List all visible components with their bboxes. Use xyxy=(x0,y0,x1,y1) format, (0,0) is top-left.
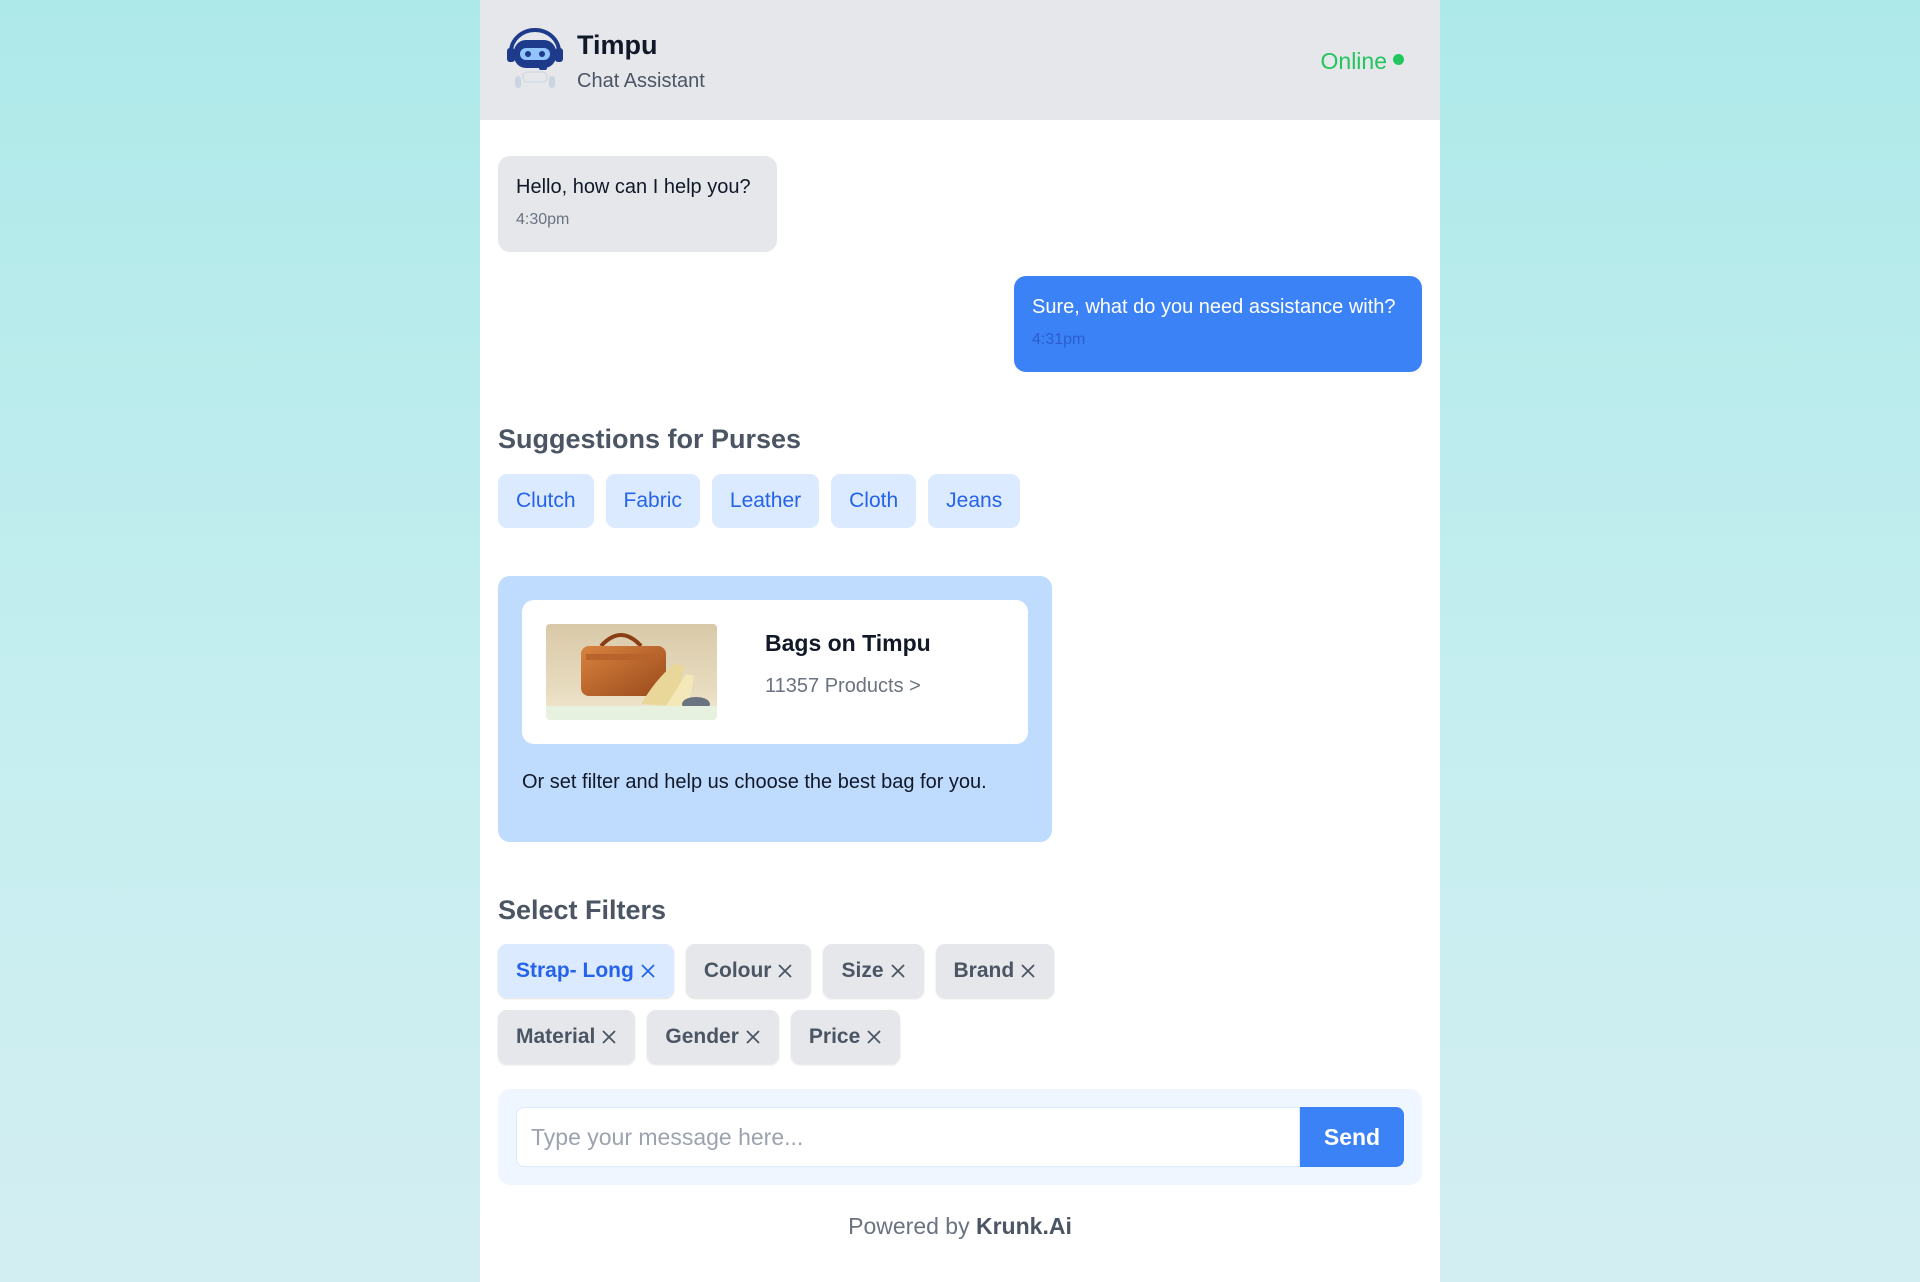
filter-chip-strap[interactable]: Strap- Long xyxy=(498,944,674,998)
filters-title: Select Filters xyxy=(498,895,667,925)
close-icon[interactable] xyxy=(601,1029,617,1045)
filter-chip-price[interactable]: Price xyxy=(790,1010,901,1064)
product-card-title: Bags on Timpu xyxy=(765,630,931,656)
close-icon[interactable] xyxy=(640,963,656,979)
filter-chip-label: Colour xyxy=(703,959,772,982)
filter-chip-colour[interactable]: Colour xyxy=(685,944,812,998)
suggestion-chip-leather[interactable]: Leather xyxy=(711,474,820,528)
filter-chip-gender[interactable]: Gender xyxy=(647,1010,779,1064)
filter-chips-row-2: Material Gender Price xyxy=(498,1010,901,1064)
bot-message: Hello, how can I help you? 4:30pm xyxy=(498,156,777,252)
close-icon[interactable] xyxy=(745,1029,761,1045)
message-composer: Send xyxy=(498,1089,1422,1185)
robot-avatar-icon xyxy=(507,28,563,88)
filter-chip-material[interactable]: Material xyxy=(498,1010,636,1064)
product-link-card[interactable]: Bags on Timpu 11357 Products > xyxy=(522,600,1028,744)
message-time: 4:30pm xyxy=(516,211,570,228)
filter-chip-label: Material xyxy=(516,1025,596,1048)
filter-prompt-text: Or set filter and help us choose the bes… xyxy=(522,771,987,793)
bot-name: Timpu xyxy=(577,30,658,60)
status-label: Online xyxy=(1320,48,1387,74)
status-indicator: Online xyxy=(1321,48,1404,75)
bot-role: Chat Assistant xyxy=(577,70,705,92)
close-icon[interactable] xyxy=(777,963,793,979)
suggestion-chip-fabric[interactable]: Fabric xyxy=(605,474,700,528)
message-text: Sure, what do you need assistance with? xyxy=(1032,296,1396,318)
suggestion-chip-clutch[interactable]: Clutch xyxy=(498,474,594,528)
footer-prefix: Powered by xyxy=(848,1213,970,1239)
chat-widget: Timpu Chat Assistant Online Hello, how c… xyxy=(480,0,1440,1282)
filter-chips-row-1: Strap- Long Colour Size Brand xyxy=(498,944,1055,998)
filter-chip-label: Brand xyxy=(953,959,1015,982)
filter-chip-label: Size xyxy=(841,959,884,982)
send-button[interactable]: Send xyxy=(1300,1107,1404,1167)
message-time: 4:31pm xyxy=(1032,331,1086,348)
filter-chip-label: Gender xyxy=(665,1025,739,1048)
footer-brand[interactable]: Krunk.Ai xyxy=(976,1213,1072,1239)
suggestions-title: Suggestions for Purses xyxy=(498,424,802,454)
close-icon[interactable] xyxy=(890,963,906,979)
message-text: Hello, how can I help you? xyxy=(516,176,751,198)
filter-chip-brand[interactable]: Brand xyxy=(935,944,1055,998)
filter-chip-size[interactable]: Size xyxy=(823,944,924,998)
close-icon[interactable] xyxy=(866,1029,882,1045)
close-icon[interactable] xyxy=(1020,963,1036,979)
product-count[interactable]: 11357 Products > xyxy=(765,675,921,698)
suggestion-chip-cloth[interactable]: Cloth xyxy=(831,474,917,528)
filter-chip-label: Price xyxy=(808,1025,861,1048)
user-message: Sure, what do you need assistance with? … xyxy=(1014,276,1422,372)
product-suggestion-card: Bags on Timpu 11357 Products > Or set fi… xyxy=(498,576,1052,842)
powered-by-footer: Powered by Krunk.Ai xyxy=(480,1213,1440,1240)
filter-chip-label: Strap- Long xyxy=(516,959,634,982)
suggestion-chip-jeans[interactable]: Jeans xyxy=(928,474,1021,528)
bag-product-image xyxy=(546,624,717,720)
chat-header: Timpu Chat Assistant Online xyxy=(480,0,1440,120)
message-input[interactable] xyxy=(516,1107,1300,1167)
suggestion-chips: Clutch Fabric Leather Cloth Jeans xyxy=(498,474,1021,528)
online-dot-icon xyxy=(1393,54,1404,65)
